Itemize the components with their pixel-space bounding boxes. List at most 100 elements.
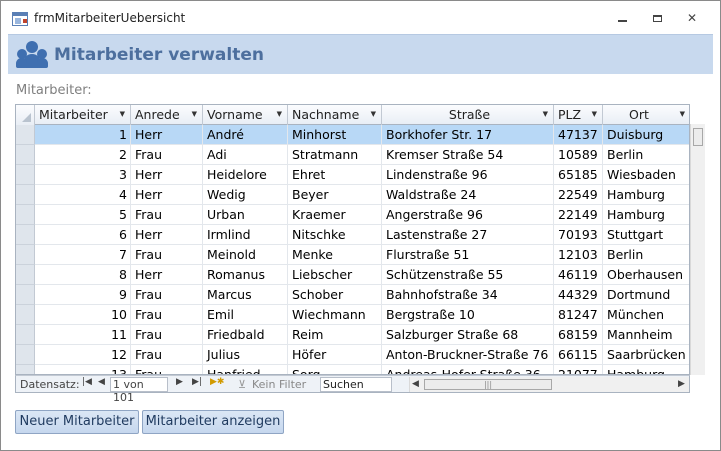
table-cell[interactable]: 5: [35, 205, 131, 224]
table-cell[interactable]: Hamburg: [603, 365, 689, 374]
column-header-4[interactable]: Nachname ▼: [288, 105, 382, 125]
last-record-icon[interactable]: ▶|: [192, 377, 202, 387]
table-cell[interactable]: Minhorst: [288, 125, 382, 144]
column-header-1[interactable]: Mitarbeiter ▼: [35, 105, 131, 125]
show-employee-button[interactable]: Mitarbeiter anzeigen: [142, 410, 284, 434]
column-dropdown-icon[interactable]: ▼: [192, 105, 197, 124]
next-record-icon[interactable]: ▶: [176, 377, 183, 387]
column-dropdown-icon[interactable]: ▼: [371, 105, 376, 124]
new-record-icon[interactable]: ▶✱: [210, 377, 224, 387]
table-cell[interactable]: Hamburg: [603, 205, 689, 224]
table-row[interactable]: 11 Frau Friedbald Reim Salzburger Straße 68 6…: [16, 325, 689, 345]
table-cell[interactable]: Frau: [131, 325, 203, 344]
table-cell[interactable]: Dortmund: [603, 285, 689, 304]
table-cell[interactable]: 10: [35, 305, 131, 324]
table-cell[interactable]: Höfer: [288, 345, 382, 364]
maximize-button[interactable]: [642, 7, 672, 29]
table-cell[interactable]: Saarbrücken: [603, 345, 689, 364]
table-cell[interactable]: Liebscher: [288, 265, 382, 284]
table-cell[interactable]: Menke: [288, 245, 382, 264]
table-cell[interactable]: Herr: [131, 225, 203, 244]
table-row[interactable]: 3 Herr Heidelore Ehret Lindenstraße 96 65185 W…: [16, 165, 689, 185]
column-dropdown-icon[interactable]: ▼: [543, 105, 548, 124]
table-cell[interactable]: Frau: [131, 245, 203, 264]
scroll-right-icon[interactable]: ▶: [678, 379, 685, 389]
row-selector[interactable]: [16, 225, 35, 245]
row-selector[interactable]: [16, 145, 35, 165]
close-button[interactable]: ✕: [677, 7, 707, 29]
table-cell[interactable]: Hanfried: [203, 365, 288, 374]
table-cell[interactable]: Frau: [131, 145, 203, 164]
vertical-scrollbar[interactable]: [690, 124, 705, 375]
table-cell[interactable]: 70193: [554, 225, 603, 244]
table-cell[interactable]: 6: [35, 225, 131, 244]
minimize-button[interactable]: [607, 7, 637, 29]
table-cell[interactable]: 21077: [554, 365, 603, 374]
new-employee-button[interactable]: Neuer Mitarbeiter: [15, 410, 139, 434]
table-cell[interactable]: 68159: [554, 325, 603, 344]
table-cell[interactable]: 3: [35, 165, 131, 184]
table-cell[interactable]: Marcus: [203, 285, 288, 304]
table-cell[interactable]: Reim: [288, 325, 382, 344]
table-cell[interactable]: Flurstraße 51: [382, 245, 554, 264]
table-cell[interactable]: Schützenstraße 55: [382, 265, 554, 284]
table-cell[interactable]: 4: [35, 185, 131, 204]
table-cell[interactable]: Urban: [203, 205, 288, 224]
table-row[interactable]: 9 Frau Marcus Schober Bahnhofstraße 34 44329 D…: [16, 285, 689, 305]
table-cell[interactable]: Romanus: [203, 265, 288, 284]
table-cell[interactable]: 7: [35, 245, 131, 264]
table-cell[interactable]: Herr: [131, 125, 203, 144]
table-cell[interactable]: Emil: [203, 305, 288, 324]
table-cell[interactable]: Stuttgart: [603, 225, 689, 244]
table-cell[interactable]: 46119: [554, 265, 603, 284]
table-cell[interactable]: Stratmann: [288, 145, 382, 164]
table-cell[interactable]: Duisburg: [603, 125, 689, 144]
table-cell[interactable]: Wedig: [203, 185, 288, 204]
table-cell[interactable]: Hamburg: [603, 185, 689, 204]
table-cell[interactable]: Herr: [131, 165, 203, 184]
table-cell[interactable]: 22549: [554, 185, 603, 204]
table-cell[interactable]: 11: [35, 325, 131, 344]
table-cell[interactable]: Herr: [131, 265, 203, 284]
table-row[interactable]: 4 Herr Wedig Beyer Waldstraße 24 22549 Hamburg: [16, 185, 689, 205]
row-selector[interactable]: [16, 305, 35, 325]
table-row[interactable]: 13 Frau Hanfried Sorg Andreas-Hofer-Straße 3…: [16, 365, 689, 374]
table-row[interactable]: 10 Frau Emil Wiechmann Bergstraße 10 81247 Mün…: [16, 305, 689, 325]
table-cell[interactable]: Frau: [131, 205, 203, 224]
employee-datasheet[interactable]: Mitarbeiter ▼ Anrede ▼ Vorname ▼ Nachname ▼ Stra…: [15, 104, 690, 375]
table-cell[interactable]: 2: [35, 145, 131, 164]
table-cell[interactable]: Frau: [131, 305, 203, 324]
row-selector[interactable]: [16, 285, 35, 305]
table-row[interactable]: 8 Herr Romanus Liebscher Schützenstraße 55 46…: [16, 265, 689, 285]
table-cell[interactable]: München: [603, 305, 689, 324]
table-cell[interactable]: 8: [35, 265, 131, 284]
table-cell[interactable]: Lindenstraße 96: [382, 165, 554, 184]
horizontal-scroll-thumb[interactable]: |||: [424, 379, 552, 390]
table-cell[interactable]: Heidelore: [203, 165, 288, 184]
table-cell[interactable]: Bergstraße 10: [382, 305, 554, 324]
table-cell[interactable]: 10589: [554, 145, 603, 164]
table-cell[interactable]: Berlin: [603, 145, 689, 164]
table-cell[interactable]: Ehret: [288, 165, 382, 184]
no-filter-indicator[interactable]: Kein Filter: [252, 378, 306, 391]
table-cell[interactable]: Wiesbaden: [603, 165, 689, 184]
column-dropdown-icon[interactable]: ▼: [277, 105, 282, 124]
row-selector[interactable]: [16, 165, 35, 185]
column-header-3[interactable]: Vorname ▼: [203, 105, 288, 125]
table-cell[interactable]: 1: [35, 125, 131, 144]
table-row[interactable]: 6 Herr Irmlind Nitschke Lastenstraße 27 70193…: [16, 225, 689, 245]
table-cell[interactable]: Julius: [203, 345, 288, 364]
row-selector[interactable]: [16, 245, 35, 265]
table-cell[interactable]: 44329: [554, 285, 603, 304]
table-cell[interactable]: 65185: [554, 165, 603, 184]
table-row[interactable]: 1 Herr André Minhorst Borkhofer Str. 17 47137…: [16, 125, 689, 145]
table-cell[interactable]: Salzburger Straße 68: [382, 325, 554, 344]
table-row[interactable]: 2 Frau Adi Stratmann Kremser Straße 54 10589 B…: [16, 145, 689, 165]
table-cell[interactable]: Andreas-Hofer-Straße 36: [382, 365, 554, 374]
table-cell[interactable]: Friedbald: [203, 325, 288, 344]
table-cell[interactable]: Borkhofer Str. 17: [382, 125, 554, 144]
table-cell[interactable]: 47137: [554, 125, 603, 144]
horizontal-scrollbar[interactable]: ◀ ||| ▶: [409, 377, 689, 392]
row-selector[interactable]: [16, 365, 35, 374]
table-cell[interactable]: Bahnhofstraße 34: [382, 285, 554, 304]
